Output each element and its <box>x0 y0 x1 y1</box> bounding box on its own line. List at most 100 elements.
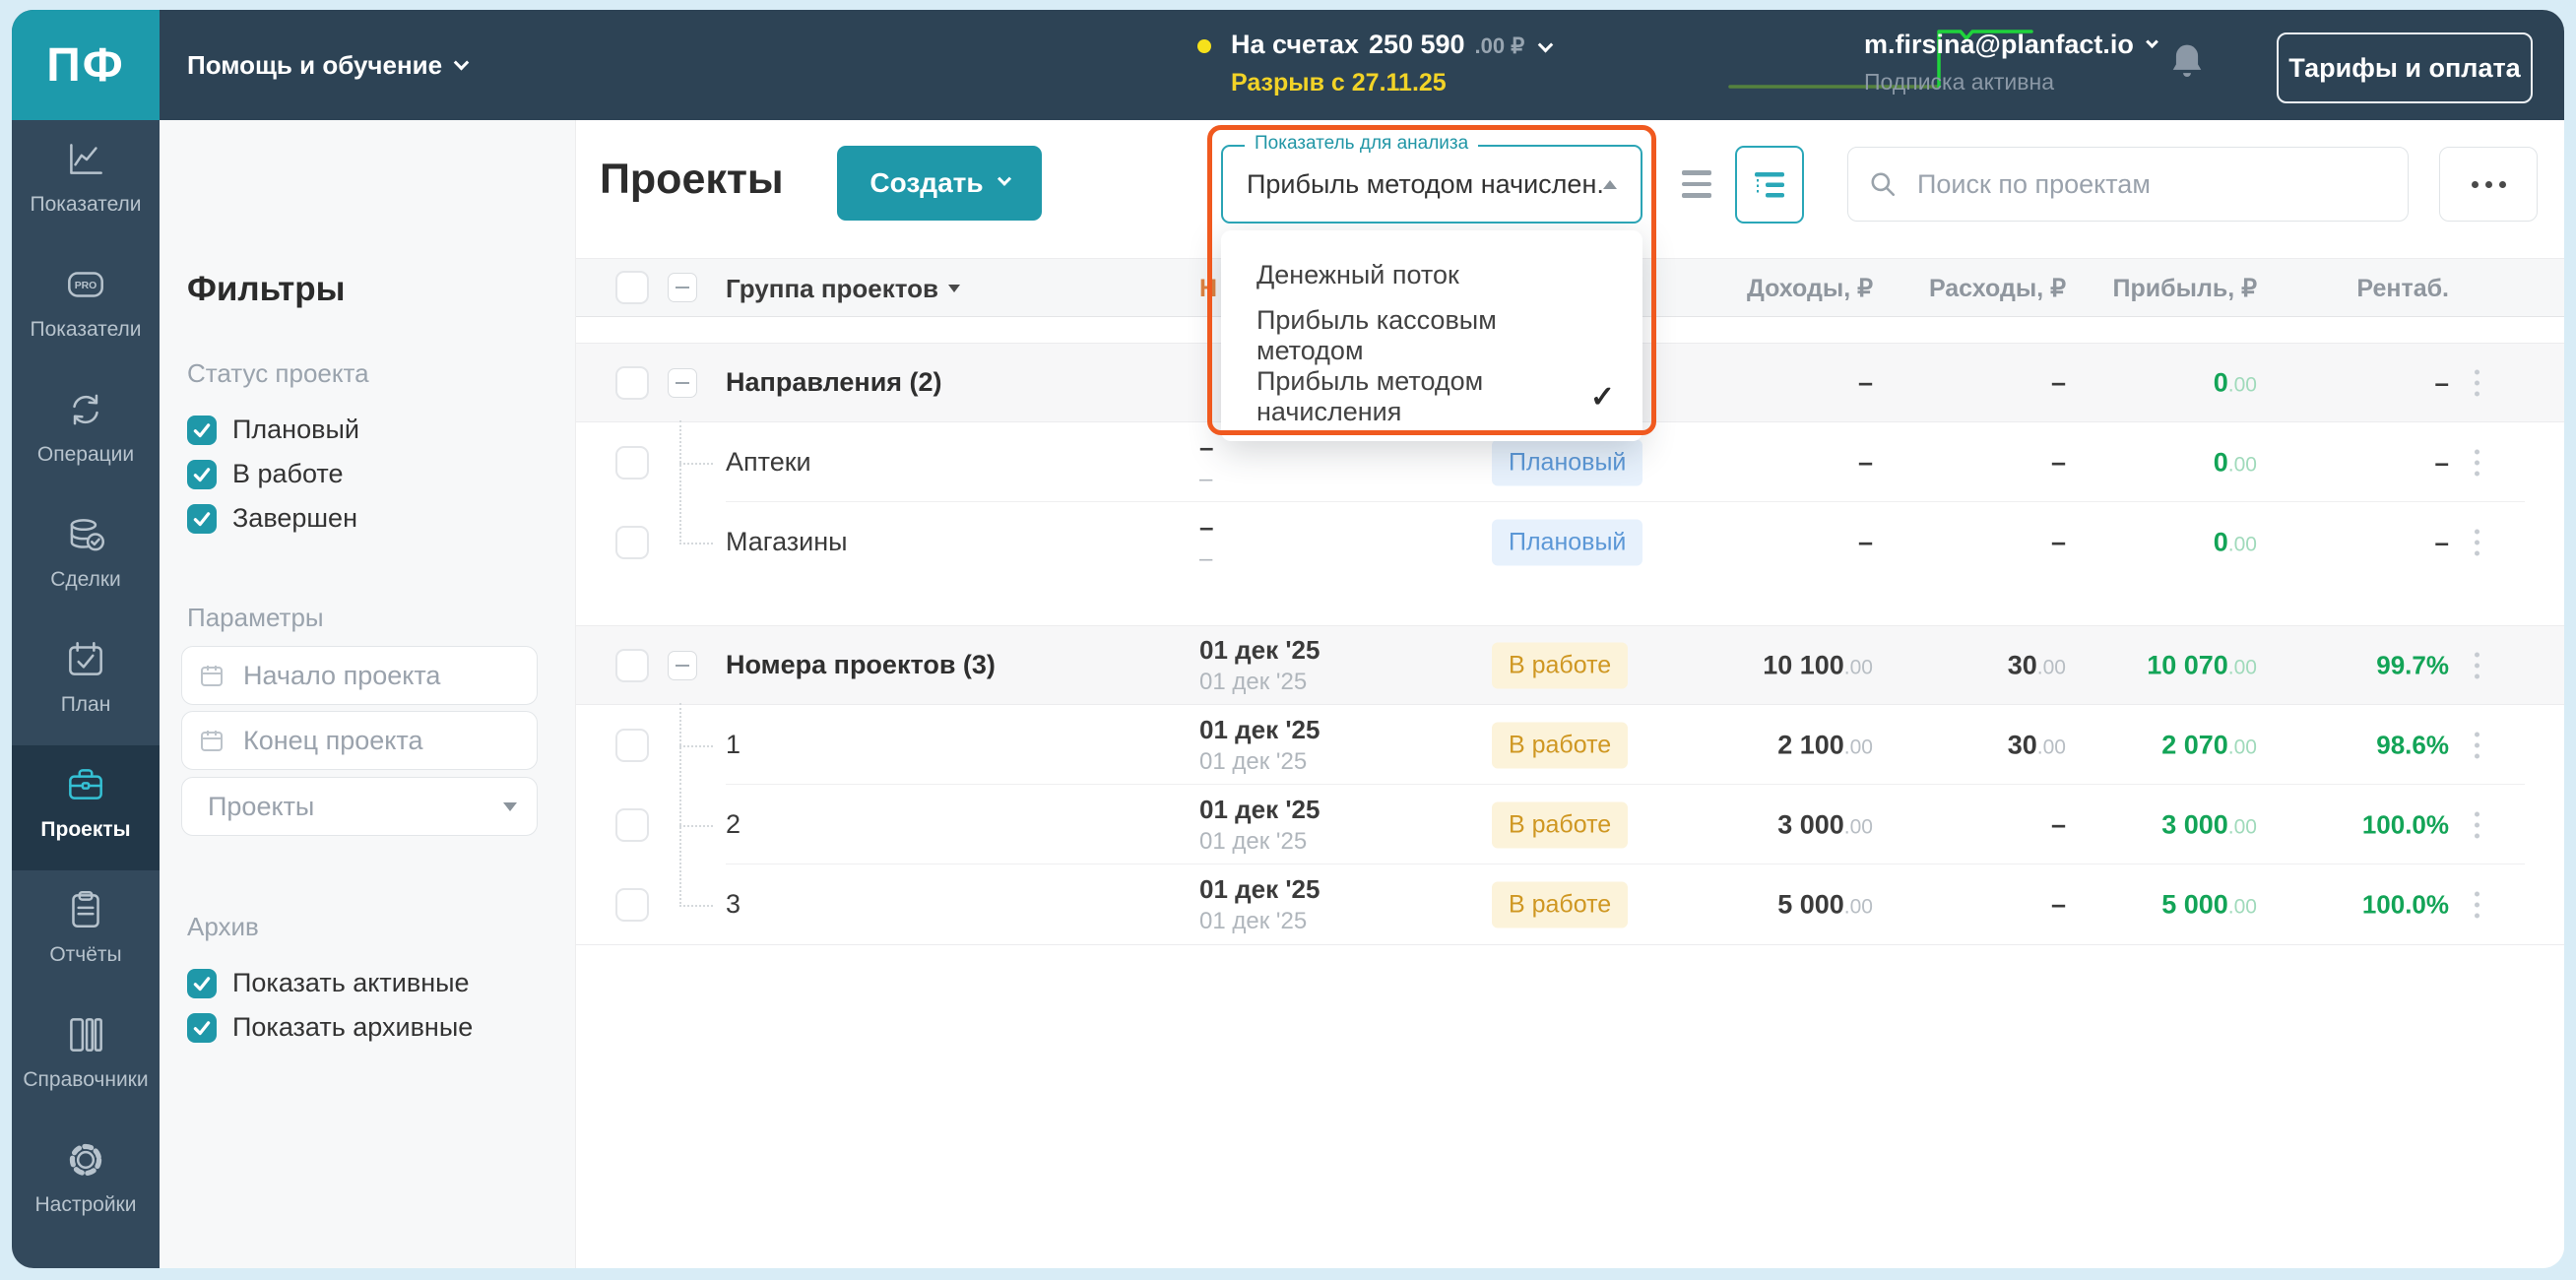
project-name[interactable]: 3 <box>726 864 741 944</box>
collapse-all-icon[interactable] <box>668 273 697 302</box>
help-menu[interactable]: Помощь и обучение <box>187 10 470 120</box>
tariffs-button[interactable]: Тарифы и оплата <box>2277 32 2533 103</box>
checkbox-checked-icon[interactable] <box>187 415 217 445</box>
project-name[interactable]: 1 <box>726 705 741 785</box>
sidebar-item[interactable]: PRO Показатели <box>12 245 160 370</box>
app-logo[interactable]: ПФ <box>12 10 160 120</box>
row-checkbox[interactable] <box>615 365 649 400</box>
project-name[interactable]: Номера проектов (3) <box>726 626 996 704</box>
project-end-date-field[interactable] <box>181 711 538 770</box>
filter-checkbox-row[interactable]: Завершен <box>187 496 359 541</box>
sidebar-item-label: Показатели <box>30 193 142 216</box>
chevron-down-icon <box>2146 35 2158 49</box>
profit-cell: 5 000.00 <box>2161 889 2257 919</box>
flat-list-view-toggle[interactable] <box>1664 150 1729 219</box>
column-header-expense[interactable]: Расходы, ₽ <box>1849 259 2066 318</box>
row-checkbox[interactable] <box>615 648 649 682</box>
project-start-date-field[interactable] <box>181 646 538 705</box>
checkbox-checked-icon[interactable] <box>187 459 217 489</box>
kebab-menu[interactable] <box>2469 726 2485 764</box>
kebab-menu[interactable] <box>2469 885 2485 924</box>
projects-filter-select[interactable]: Проекты <box>181 777 538 836</box>
sidebar-item[interactable]: Сделки <box>12 495 160 620</box>
balance-amount: 250 590 <box>1368 30 1465 59</box>
project-dates: 01 дек '25 01 дек '25 <box>1199 634 1320 695</box>
analysis-metric-select[interactable]: Прибыль методом начислен... <box>1221 145 1642 224</box>
plan-calendar-icon <box>12 636 160 687</box>
sidebar-item-label: Сделки <box>50 568 121 591</box>
sidebar-item[interactable]: Операции <box>12 370 160 495</box>
tree-view-toggle[interactable] <box>1735 146 1804 224</box>
sidebar-item[interactable]: План <box>12 620 160 745</box>
column-header-margin[interactable]: Рентаб. <box>2232 259 2449 318</box>
kebab-menu[interactable] <box>2469 646 2485 684</box>
projects-filter-placeholder: Проекты <box>208 791 315 821</box>
sidebar-item[interactable]: Проекты <box>12 745 160 870</box>
page-title: Проекты <box>600 156 784 203</box>
collapse-row-icon[interactable] <box>668 367 697 398</box>
check-icon: ✓ <box>1589 380 1615 414</box>
kebab-menu[interactable] <box>2469 443 2485 481</box>
sidebar-item[interactable]: Отчёты <box>12 870 160 995</box>
gear-icon <box>12 1136 160 1187</box>
column-header-profit[interactable]: Прибыль, ₽ <box>2040 259 2257 318</box>
select-all-checkbox[interactable] <box>615 271 649 304</box>
balance-label: На счетах <box>1231 30 1359 59</box>
profit-cell: 0.00 <box>2213 367 2257 397</box>
table-row: Номера проектов (3) 01 дек '25 01 дек '25… <box>576 625 2564 705</box>
row-checkbox[interactable] <box>615 445 649 480</box>
income-cell: – <box>1857 447 1873 477</box>
sidebar-item[interactable]: Настройки <box>12 1120 160 1246</box>
project-name[interactable]: Магазины <box>726 502 848 582</box>
create-button[interactable]: Создать <box>837 146 1042 221</box>
row-checkbox[interactable] <box>615 887 649 922</box>
margin-cell: 100.0% <box>2361 889 2449 919</box>
column-header-income[interactable]: Доходы, ₽ <box>1656 259 1873 318</box>
collapse-row-icon[interactable] <box>668 650 697 680</box>
dropdown-option-label: Прибыль кассовым методом <box>1256 305 1497 365</box>
sidebar-item[interactable]: Справочники <box>12 995 160 1120</box>
column-header-dates[interactable]: Н <box>1199 259 1217 318</box>
bell-icon[interactable] <box>2168 41 2206 83</box>
sidebar-item-label: Справочники <box>23 1068 149 1091</box>
project-name[interactable]: Аптеки <box>726 422 811 502</box>
dropdown-option-label: Прибыль методом начисления <box>1256 366 1484 426</box>
filter-checkbox-row[interactable]: В работе <box>187 452 359 496</box>
project-name[interactable]: Направления (2) <box>726 344 942 421</box>
dropdown-option[interactable]: Денежный поток ✓ <box>1221 244 1642 305</box>
project-name[interactable]: 2 <box>726 785 741 864</box>
dropdown-option-label: Денежный поток <box>1256 259 1459 289</box>
status-badge: В работе <box>1492 801 1629 848</box>
profit-cell: 0.00 <box>2213 447 2257 477</box>
filter-checkbox-row[interactable]: Плановый <box>187 408 359 452</box>
status-badge: В работе <box>1492 722 1629 768</box>
margin-cell: – <box>2434 367 2449 397</box>
kebab-menu[interactable] <box>2469 363 2485 402</box>
sidebar-item[interactable]: Показатели <box>12 120 160 245</box>
checkbox-checked-icon[interactable] <box>187 1012 217 1043</box>
checkbox-checked-icon[interactable] <box>187 968 217 998</box>
line-chart-icon <box>12 136 160 187</box>
kebab-menu[interactable] <box>2469 805 2485 844</box>
analysis-dropdown-menu: Денежный поток ✓ Прибыль кассовым методо… <box>1221 230 1642 441</box>
dropdown-option[interactable]: Прибыль кассовым методом ✓ <box>1221 305 1642 366</box>
svg-text:PRO: PRO <box>75 281 97 291</box>
row-checkbox[interactable] <box>615 728 649 762</box>
income-cell: 3 000.00 <box>1777 809 1873 839</box>
dropdown-option[interactable]: Прибыль методом начисления ✓ <box>1221 366 1642 427</box>
filter-checkbox-row[interactable]: Показать архивные <box>187 1005 473 1050</box>
expense-cell: 30.00 <box>2007 730 2066 759</box>
checkbox-checked-icon[interactable] <box>187 503 217 534</box>
search-input[interactable] <box>1847 147 2409 222</box>
more-actions-button[interactable] <box>2439 147 2538 222</box>
sidebar-item-label: Проекты <box>40 818 131 841</box>
account-menu[interactable]: m.firsina@planfact.io Подписка активна <box>1864 30 2158 96</box>
project-dates: 01 дек '25 01 дек '25 <box>1199 794 1320 855</box>
kebab-menu[interactable] <box>2469 523 2485 561</box>
filter-checkbox-row[interactable]: Показать активные <box>187 961 473 1005</box>
row-checkbox[interactable] <box>615 525 649 559</box>
column-header-group[interactable]: Группа проектов <box>726 259 961 318</box>
row-checkbox[interactable] <box>615 807 649 842</box>
filters-panel: Фильтры Статус проекта Плановый В работе… <box>160 120 576 1268</box>
accounts-balance[interactable]: На счетах 250 590 .00 ₽ <box>1231 30 1554 60</box>
